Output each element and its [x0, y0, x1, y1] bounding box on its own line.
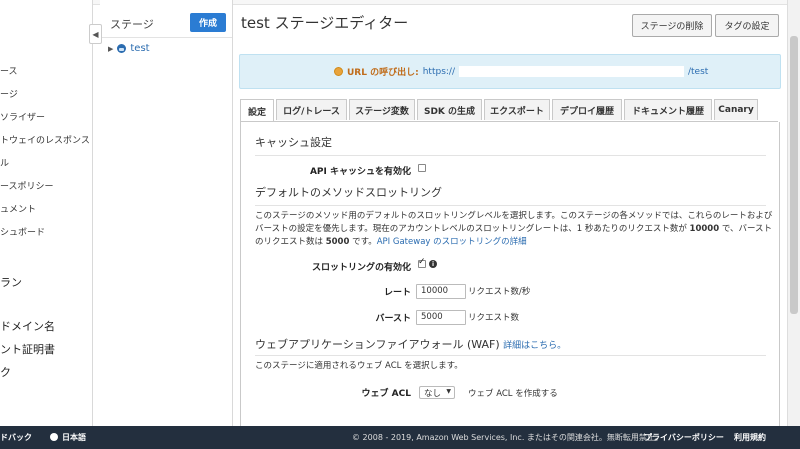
feedback-link[interactable]: ドバック	[0, 432, 32, 443]
rate-unit: リクエスト数/秒	[468, 287, 531, 297]
settings-panel: キャッシュ設定 API キャッシュを有効化 デフォルトのメソッドスロットリング …	[240, 122, 780, 426]
waf-section-title: ウェブアプリケーションファイアウォール (WAF) 詳細はこちら。	[255, 336, 566, 352]
throttling-desc-burst: 5000	[325, 237, 350, 247]
collapse-nav-icon[interactable]: ◀	[89, 24, 102, 44]
tab-canary[interactable]: Canary	[714, 99, 758, 120]
copyright-text: © 2008 - 2019, Amazon Web Services, Inc.…	[352, 433, 663, 442]
nav-item-custom-domain-names[interactable]: ドメイン名	[0, 318, 55, 334]
invoke-url-suffix[interactable]: /test	[688, 67, 708, 77]
nav-item-stages[interactable]: ージ	[0, 87, 18, 100]
nav-item-resource-policy[interactable]: ースポリシー	[0, 179, 54, 192]
nav-item-models[interactable]: ル	[0, 156, 9, 169]
nav-item-usage-plans[interactable]: ラン	[0, 274, 22, 290]
nav-item-client-certificates[interactable]: ント証明書	[0, 341, 55, 357]
tab-sdk-generation[interactable]: SDK の生成	[417, 99, 482, 120]
waf-details-link[interactable]: 詳細はこちら。	[503, 341, 566, 351]
chevron-right-icon[interactable]: ▶	[108, 45, 113, 53]
create-stage-button[interactable]: 作成	[190, 13, 226, 32]
delete-stage-button[interactable]: ステージの削除	[632, 14, 712, 37]
info-icon[interactable]: i	[429, 260, 437, 268]
privacy-policy-link[interactable]: プライバシーポリシー	[644, 432, 724, 443]
invoke-url-label: URL の呼び出し:	[347, 68, 419, 78]
chevron-down-icon: ▼	[446, 388, 451, 395]
tab-deployment-history[interactable]: デプロイ履歴	[552, 99, 622, 120]
throttling-desc-rate: 10000	[689, 224, 720, 234]
rate-label: レート	[383, 288, 411, 298]
api-cache-label: API キャッシュを有効化	[309, 167, 411, 177]
tab-stage-variables[interactable]: ステージ変数	[349, 99, 415, 120]
throttling-section-title: デフォルトのメソッドスロットリング	[255, 186, 442, 199]
create-web-acl-link[interactable]: ウェブ ACL を作成する	[468, 387, 558, 399]
invoke-url-prefix[interactable]: https://	[423, 67, 455, 77]
web-acl-value: なし	[424, 388, 442, 399]
nav-item-dashboard[interactable]: シュボード	[0, 225, 45, 238]
stage-tree-item-test[interactable]: ▶ test	[108, 43, 150, 54]
rate-input[interactable]: 10000	[416, 284, 466, 299]
web-acl-label: ウェブ ACL	[361, 389, 411, 399]
tab-settings[interactable]: 設定	[240, 99, 274, 122]
stage-name: test	[130, 43, 150, 54]
burst-label: バースト	[375, 314, 411, 324]
info-sun-icon	[334, 67, 343, 76]
left-navigation: ース ージ ソライザー トウェイのレスポンス ル ースポリシー ュメント シュボ…	[0, 0, 93, 426]
tab-documentation-history[interactable]: ドキュメント履歴	[624, 99, 712, 120]
footer: ドバック 日本語 © 2008 - 2019, Amazon Web Servi…	[0, 426, 800, 449]
language-selector[interactable]: 日本語	[50, 432, 86, 443]
page-title: test ステージエディター	[241, 14, 409, 32]
web-acl-select[interactable]: なし ▼	[419, 386, 455, 399]
scrollbar-thumb[interactable]	[790, 36, 798, 314]
throttling-desc-3: です。	[349, 237, 377, 247]
tag-settings-button[interactable]: タグの設定	[715, 14, 779, 37]
tab-export[interactable]: エクスポート	[484, 99, 550, 120]
throttling-details-link[interactable]: API Gateway のスロットリングの詳細	[377, 237, 527, 247]
tab-logs-tracing[interactable]: ログ/トレース	[276, 99, 347, 120]
stage-icon	[117, 44, 127, 53]
nav-item-vpc-links[interactable]: ク	[0, 364, 11, 380]
nav-item-resources[interactable]: ース	[0, 64, 18, 77]
scrollbar[interactable]	[787, 0, 800, 426]
invoke-url-banner: URL の呼び出し: https:// /test	[239, 54, 781, 89]
nav-item-documentation[interactable]: ュメント	[0, 202, 36, 215]
divider	[255, 205, 766, 206]
redacted-host	[458, 66, 684, 77]
globe-icon	[50, 433, 58, 441]
burst-input[interactable]: 5000	[416, 310, 466, 325]
nav-item-authorizers[interactable]: ソライザー	[0, 110, 45, 123]
divider	[255, 355, 766, 356]
nav-item-gateway-responses[interactable]: トウェイのレスポンス	[0, 133, 90, 146]
throttling-enable-checkbox[interactable]	[418, 257, 426, 268]
language-label: 日本語	[62, 433, 86, 442]
stage-panel-title: ステージ	[110, 18, 154, 31]
stage-tabs: 設定 ログ/トレース ステージ変数 SDK の生成 エクスポート デプロイ履歴 …	[240, 99, 780, 122]
divider	[100, 37, 232, 38]
api-cache-checkbox[interactable]	[418, 164, 426, 172]
divider	[255, 155, 766, 156]
waf-title-text: ウェブアプリケーションファイアウォール (WAF)	[255, 338, 500, 351]
terms-link[interactable]: 利用規約	[734, 432, 766, 443]
burst-unit: リクエスト数	[468, 313, 520, 323]
stage-panel: ステージ 作成 ▶ test	[100, 0, 233, 426]
cache-section-title: キャッシュ設定	[255, 136, 332, 149]
waf-description: このステージに適用されるウェブ ACL を選択します。	[255, 361, 463, 371]
throttling-enable-label: スロットリングの有効化	[311, 263, 411, 273]
throttling-description: このステージのメソッド用のデフォルトのスロットリングレベルを選択します。このステ…	[255, 210, 775, 249]
